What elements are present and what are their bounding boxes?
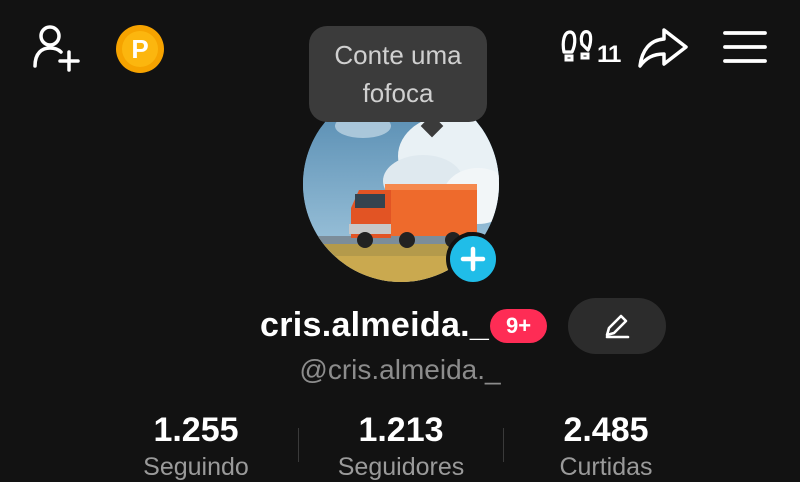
stat-followers[interactable]: 1.213 Seguidores xyxy=(326,412,476,482)
stat-divider xyxy=(503,428,504,462)
stat-label: Seguindo xyxy=(143,453,249,481)
add-friend-button[interactable] xyxy=(28,22,84,72)
tooltip-text: Conte uma fofoca xyxy=(334,40,462,108)
person-plus-icon xyxy=(33,25,80,72)
stat-label: Seguidores xyxy=(337,453,465,481)
stat-divider xyxy=(298,428,299,462)
stat-label: Curtidas xyxy=(559,453,653,481)
profile-views-count: 11 xyxy=(597,41,621,68)
stat-likes[interactable]: 2.485 Curtidas xyxy=(535,412,677,482)
stat-value: 2.485 xyxy=(563,411,649,449)
coin-label: P xyxy=(131,33,149,64)
plus-icon xyxy=(460,246,486,272)
user-handle: @cris.almeida._ xyxy=(299,354,501,385)
stat-value: 1.255 xyxy=(153,411,239,449)
pencil-icon xyxy=(605,314,630,339)
add-story-button[interactable] xyxy=(446,232,500,286)
username: cris.almeida._ xyxy=(260,306,490,344)
menu-button[interactable] xyxy=(718,24,772,70)
edit-profile-button[interactable] xyxy=(568,298,666,354)
stat-value: 1.213 xyxy=(358,411,444,449)
notification-badge[interactable]: 9+ xyxy=(490,309,547,343)
status-tooltip[interactable]: Conte uma fofoca xyxy=(309,26,487,122)
share-button[interactable] xyxy=(636,24,690,70)
share-arrow-icon xyxy=(638,28,688,68)
stat-following[interactable]: 1.255 Seguindo xyxy=(120,412,272,482)
profile-screen: P 11 Conte uma fofoca cris.almeida._ 9+ … xyxy=(0,0,800,482)
coins-button[interactable]: P xyxy=(115,24,165,74)
hamburger-menu-icon xyxy=(723,31,767,63)
